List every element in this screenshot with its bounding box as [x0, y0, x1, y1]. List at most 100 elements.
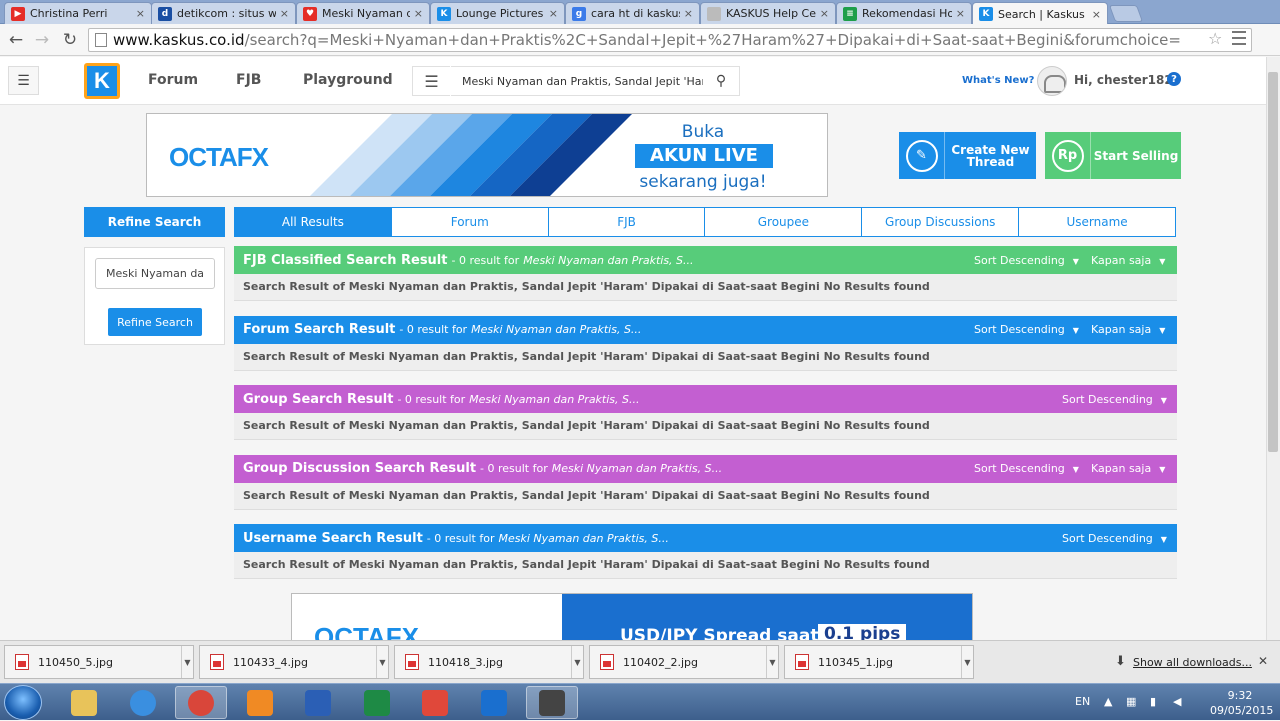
octafx-banner[interactable]: OCTAFX Buka AKUN LIVE sekarang juga!	[146, 113, 828, 197]
browser-tab[interactable]: g cara ht di kaskus ×	[565, 2, 700, 24]
sort-label: Sort Descending	[1062, 392, 1153, 406]
download-item[interactable]: 110345_1.jpg ▼	[784, 645, 974, 679]
signal-icon[interactable]: ▮	[1150, 695, 1164, 709]
search-icon[interactable]: ⚲	[703, 73, 739, 89]
chevron-down-icon[interactable]: ▼	[571, 646, 583, 678]
taskbar-chrome-icon[interactable]	[175, 686, 227, 719]
close-tab-icon[interactable]: ×	[820, 7, 829, 20]
whats-new-link[interactable]: What's New?	[962, 75, 1034, 86]
start-button[interactable]	[4, 685, 42, 720]
browser-menu-icon[interactable]	[1232, 31, 1246, 45]
tab-groupee[interactable]: Groupee	[704, 208, 861, 236]
result-section-header: Group Search Result - 0 result for Meski N…	[234, 385, 1177, 413]
refine-search-input[interactable]: Meski Nyaman da	[95, 258, 215, 289]
download-item[interactable]: 110418_3.jpg ▼	[394, 645, 584, 679]
result-section: Group Search Result - 0 result for Meski N…	[234, 385, 1177, 440]
network-icon[interactable]: ▦	[1126, 695, 1140, 709]
nav-forum[interactable]: Forum	[148, 72, 198, 88]
browser-tab[interactable]: KASKUS Help Cer ×	[700, 2, 836, 24]
sort-label: Sort Descending	[974, 323, 1065, 336]
language-indicator[interactable]: EN	[1075, 695, 1090, 708]
tab-group-discussions[interactable]: Group Discussions	[861, 208, 1018, 236]
reload-icon[interactable]: ↻	[60, 30, 80, 50]
close-tab-icon[interactable]: ×	[956, 7, 965, 20]
create-thread-button[interactable]: ✎ Create New Thread	[899, 132, 1036, 179]
header-search-input[interactable]: Meski Nyaman dan Praktis, Sandal Jepit '…	[451, 75, 703, 88]
time-dropdown[interactable]: Kapan saja ▼	[1091, 323, 1165, 336]
clock[interactable]: 9:32 09/05/2015	[1210, 688, 1273, 718]
back-icon[interactable]: ←	[6, 30, 26, 50]
result-message: Search Result of Meski Nyaman dan Prakti…	[234, 274, 1177, 301]
show-all-downloads-link[interactable]: Show all downloads...	[1133, 656, 1252, 669]
close-tab-icon[interactable]: ×	[684, 7, 693, 20]
sort-dropdown[interactable]: Sort Descending ▼	[974, 254, 1079, 267]
bookmark-star-icon[interactable]: ☆	[1208, 29, 1222, 48]
taskbar-monitor-icon[interactable]	[526, 686, 578, 719]
chevron-down-icon[interactable]: ▼	[766, 646, 778, 678]
browser-tab[interactable]: ♥ Meski Nyaman d ×	[296, 2, 430, 24]
taskbar-word-icon[interactable]	[292, 686, 344, 719]
chevron-down-icon[interactable]: ▼	[376, 646, 388, 678]
taskbar-excel-icon[interactable]	[351, 686, 403, 719]
tray-arrow-icon[interactable]: ▲	[1104, 695, 1118, 709]
result-section-header: Username Search Result - 0 result for Mesk…	[234, 524, 1177, 552]
search-menu-icon[interactable]: ☰	[413, 66, 451, 96]
tab-all-results[interactable]: All Results	[235, 208, 391, 236]
close-tab-icon[interactable]: ×	[136, 7, 145, 20]
tab-favicon-icon: K	[979, 7, 993, 21]
volume-icon[interactable]: ◀	[1173, 695, 1187, 709]
taskbar-apps-icon[interactable]	[409, 686, 461, 719]
download-item[interactable]: 110450_5.jpg ▼	[4, 645, 194, 679]
download-filename: 110433_4.jpg	[233, 655, 309, 669]
start-selling-button[interactable]: Rp Start Selling	[1045, 132, 1181, 179]
taskbar-ie-icon[interactable]	[117, 686, 169, 719]
tab-forum[interactable]: Forum	[390, 208, 548, 236]
browser-tab[interactable]: K Search | Kaskus - ×	[972, 2, 1108, 25]
sort-dropdown[interactable]: Sort Descending ▼	[974, 462, 1079, 475]
chevron-down-icon[interactable]: ▼	[181, 646, 193, 678]
nav-playground[interactable]: Playground	[303, 72, 393, 88]
download-item[interactable]: 110433_4.jpg ▼	[199, 645, 389, 679]
tab-fjb[interactable]: FJB	[547, 208, 705, 236]
time-dropdown[interactable]: Kapan saja ▼	[1091, 462, 1165, 475]
taskbar-malwarebytes-icon[interactable]	[468, 686, 520, 719]
download-item[interactable]: 110402_2.jpg ▼	[589, 645, 779, 679]
taskbar-media-icon[interactable]	[234, 686, 286, 719]
chevron-down-icon[interactable]: ▼	[961, 646, 973, 678]
tab-title: Rekomendasi Ho	[862, 7, 952, 20]
close-downloads-icon[interactable]: ✕	[1258, 654, 1268, 668]
new-tab-button[interactable]	[1108, 5, 1144, 22]
help-icon[interactable]: ?	[1167, 72, 1181, 86]
result-message: Search Result of Meski Nyaman dan Prakti…	[234, 552, 1177, 579]
kaskus-logo[interactable]: K	[84, 63, 120, 99]
octafx-banner-bottom[interactable]: OCTAFX USD/JPY Spread saat ini: 0.1 pips	[291, 593, 973, 640]
browser-tab[interactable]: K Lounge Pictures & ×	[430, 2, 565, 24]
browser-tab[interactable]: d detikcom : situs w ×	[151, 2, 296, 24]
close-tab-icon[interactable]: ×	[280, 7, 289, 20]
browser-tab[interactable]: ≡ Rekomendasi Ho ×	[836, 2, 972, 24]
scrollbar-thumb[interactable]	[1268, 72, 1278, 452]
browser-tab[interactable]: ▶ Christina Perri ×	[4, 2, 152, 24]
sort-dropdown[interactable]: Sort Descending ▼	[974, 323, 1079, 336]
taskbar-explorer-icon[interactable]	[58, 686, 110, 719]
chevron-down-icon: ▼	[1160, 534, 1167, 544]
nav-fjb[interactable]: FJB	[236, 72, 261, 88]
time-dropdown[interactable]: Kapan saja ▼	[1091, 254, 1165, 267]
sort-dropdown[interactable]: Sort Descending ▼	[1062, 393, 1167, 406]
download-filename: 110345_1.jpg	[818, 655, 894, 669]
address-bar[interactable]: www.kaskus.co.id/search?q=Meski+Nyaman+d…	[88, 28, 1252, 52]
rupiah-icon: Rp	[1045, 132, 1091, 179]
close-tab-icon[interactable]: ×	[414, 7, 423, 20]
hamburger-menu-icon[interactable]: ☰	[8, 66, 39, 95]
tab-username[interactable]: Username	[1018, 208, 1175, 236]
start-selling-label: Start Selling	[1093, 148, 1179, 163]
refine-search-button[interactable]: Refine Search	[108, 308, 202, 336]
forward-icon[interactable]: →	[32, 30, 52, 50]
sort-label: Sort Descending	[1062, 531, 1153, 545]
user-greeting[interactable]: Hi, chester182	[1074, 73, 1173, 87]
close-tab-icon[interactable]: ×	[549, 7, 558, 20]
avatar[interactable]	[1037, 66, 1067, 96]
sort-dropdown[interactable]: Sort Descending ▼	[1062, 532, 1167, 545]
close-tab-icon[interactable]: ×	[1092, 8, 1101, 21]
sort-label: Sort Descending	[974, 462, 1065, 475]
